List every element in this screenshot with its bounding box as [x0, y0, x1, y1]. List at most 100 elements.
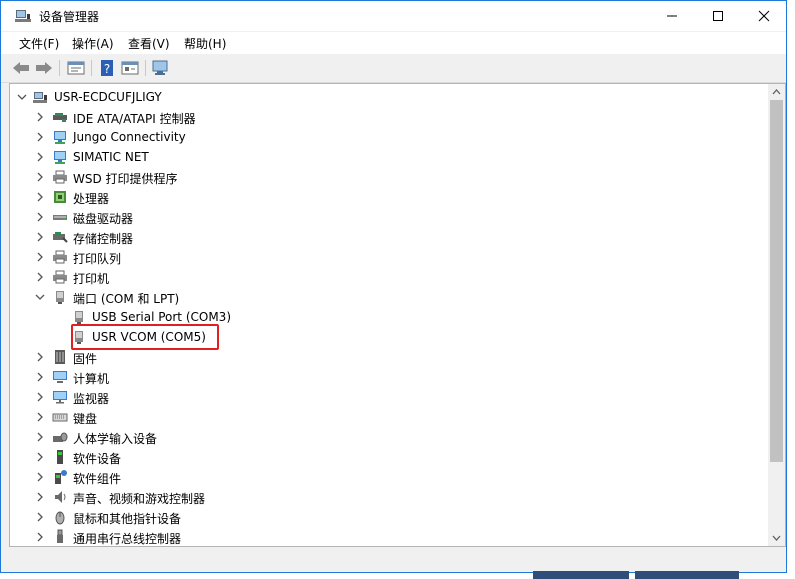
menu-help[interactable]: 帮助(H): [184, 35, 226, 52]
help-icon[interactable]: ?: [97, 59, 117, 77]
tree-item-computer[interactable]: 计算机: [10, 367, 770, 387]
toolbar-separator: [145, 60, 146, 76]
chevron-right-icon[interactable]: [34, 150, 46, 164]
tree-item-mouse[interactable]: 鼠标和其他指针设备: [10, 507, 770, 527]
tree-item-simatic[interactable]: SIMATIC NET: [10, 147, 770, 167]
chevron-right-icon[interactable]: [34, 230, 46, 244]
background-button: [635, 571, 739, 579]
port-icon: [75, 311, 83, 324]
tree-item-label: 处理器: [73, 192, 110, 206]
scrollbar-thumb[interactable]: [770, 100, 783, 462]
chevron-right-icon[interactable]: [34, 390, 46, 404]
tree-item-processor[interactable]: 处理器: [10, 187, 770, 207]
chevron-right-icon[interactable]: [34, 510, 46, 524]
tree-item-label: 监视器: [73, 392, 110, 406]
tree-item-print-queue[interactable]: 打印队列: [10, 247, 770, 267]
tree-item-usb[interactable]: 通用串行总线控制器: [10, 527, 770, 546]
tree-item-printer[interactable]: 打印机: [10, 267, 770, 287]
chevron-right-icon[interactable]: [34, 210, 46, 224]
forward-arrow-icon[interactable]: [34, 59, 54, 77]
chevron-right-icon[interactable]: [34, 490, 46, 504]
chevron-down-icon[interactable]: [16, 90, 28, 104]
scroll-up-icon[interactable]: [772, 88, 781, 96]
tree-item-label: 打印队列: [73, 252, 122, 266]
menu-bar: 文件(F) 操作(A) 查看(V) 帮助(H): [1, 32, 786, 54]
chevron-right-icon[interactable]: [34, 470, 46, 484]
network-device-icon: [54, 131, 66, 144]
computer-icon: [33, 92, 47, 103]
network-device-icon: [54, 151, 66, 164]
status-bar: [1, 548, 786, 572]
tree-item-ide[interactable]: IDE ATA/ATAPI 控制器: [10, 107, 770, 127]
vertical-scrollbar[interactable]: [768, 84, 785, 546]
tree-item-firmware[interactable]: 固件: [10, 347, 770, 367]
tree-item-jungo[interactable]: Jungo Connectivity: [10, 127, 770, 147]
chevron-right-icon[interactable]: [34, 130, 46, 144]
tree-item-label: SIMATIC NET: [73, 150, 149, 164]
tree-item-label: 计算机: [73, 372, 110, 386]
tree-item-label: IDE ATA/ATAPI 控制器: [73, 112, 196, 126]
chevron-right-icon[interactable]: [34, 410, 46, 424]
tree-item-storage[interactable]: 存储控制器: [10, 227, 770, 247]
storage-controller-icon: [53, 232, 68, 243]
tree-item-keyboard[interactable]: 键盘: [10, 407, 770, 427]
chevron-right-icon[interactable]: [34, 370, 46, 384]
menu-view[interactable]: 查看(V): [128, 35, 170, 52]
tree-item-ports[interactable]: 端口 (COM 和 LPT): [10, 287, 770, 307]
minimize-icon: [667, 15, 677, 17]
chevron-right-icon[interactable]: [34, 170, 46, 184]
printer-icon: [53, 250, 67, 264]
properties-icon[interactable]: [66, 59, 86, 77]
device-tree[interactable]: USR-ECDCUFJLIGY IDE ATA/ATAPI 控制器 Jungo …: [9, 83, 786, 547]
mouse-icon: [55, 511, 65, 525]
tree-item-label: 鼠标和其他指针设备: [73, 512, 182, 526]
tree-item-label: 人体学输入设备: [73, 432, 158, 446]
close-button[interactable]: [741, 1, 787, 31]
background-window-edge: [787, 0, 795, 579]
chevron-right-icon[interactable]: [34, 110, 46, 124]
tree-item-label: 声音、视频和游戏控制器: [73, 492, 206, 506]
monitor-icon: [53, 391, 67, 404]
tree-item-disk[interactable]: 磁盘驱动器: [10, 207, 770, 227]
maximize-icon: [713, 11, 723, 21]
computer-icon: [53, 371, 67, 383]
tree-item-label: 固件: [73, 352, 98, 366]
software-device-icon: [57, 450, 63, 464]
chevron-right-icon[interactable]: [34, 430, 46, 444]
tree-item-software-component[interactable]: 软件组件: [10, 467, 770, 487]
chevron-down-icon[interactable]: [34, 290, 46, 304]
highlight-annotation-box: [71, 324, 219, 350]
resource-view-icon[interactable]: [120, 59, 140, 77]
tree-root-label: USR-ECDCUFJLIGY: [54, 90, 162, 104]
tree-item-wsd[interactable]: WSD 打印提供程序: [10, 167, 770, 187]
chevron-right-icon[interactable]: [34, 250, 46, 264]
tree-item-audio[interactable]: 声音、视频和游戏控制器: [10, 487, 770, 507]
software-component-icon: [55, 470, 67, 484]
title-bar[interactable]: 设备管理器: [1, 1, 786, 31]
menu-action[interactable]: 操作(A): [72, 35, 114, 52]
chevron-right-icon[interactable]: [34, 350, 46, 364]
back-arrow-icon[interactable]: [11, 59, 31, 77]
background-button: [533, 571, 629, 579]
scroll-down-icon[interactable]: [772, 534, 781, 542]
maximize-button[interactable]: [695, 1, 741, 31]
chevron-right-icon[interactable]: [34, 450, 46, 464]
usb-icon: [57, 529, 63, 543]
tree-item-label: 磁盘驱动器: [73, 212, 134, 226]
svg-text:?: ?: [104, 62, 110, 76]
chevron-right-icon[interactable]: [34, 530, 46, 544]
tree-root[interactable]: USR-ECDCUFJLIGY: [10, 87, 770, 107]
hid-icon: [53, 432, 68, 442]
device-manager-icon: [15, 10, 31, 22]
processor-icon: [54, 191, 66, 203]
tree-item-label: Jungo Connectivity: [73, 130, 186, 144]
tree-item-software-device[interactable]: 软件设备: [10, 447, 770, 467]
minimize-button[interactable]: [649, 1, 695, 31]
scan-hardware-icon[interactable]: [151, 59, 171, 77]
window-title: 设备管理器: [39, 10, 100, 24]
chevron-right-icon[interactable]: [34, 270, 46, 284]
tree-item-monitor[interactable]: 监视器: [10, 387, 770, 407]
chevron-right-icon[interactable]: [34, 190, 46, 204]
menu-file[interactable]: 文件(F): [19, 35, 59, 52]
tree-item-hid[interactable]: 人体学输入设备: [10, 427, 770, 447]
